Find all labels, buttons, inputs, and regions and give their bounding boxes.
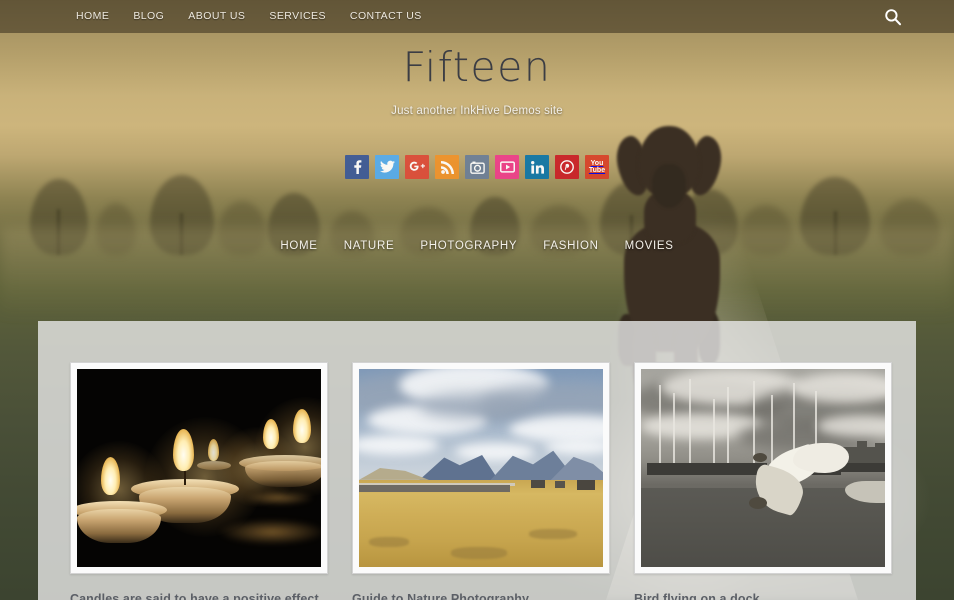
main-navigation: HOME NATURE PHOTOGRAPHY FASHION MOVIES: [0, 240, 954, 252]
social-icon-instagram[interactable]: [465, 155, 489, 179]
social-icon-linkedin[interactable]: [525, 155, 549, 179]
mainnav-item-home[interactable]: HOME: [267, 240, 330, 252]
post-grid: Candles are said to have a positive effe…: [70, 362, 892, 600]
social-icon-twitter[interactable]: [375, 155, 399, 179]
post-card[interactable]: Guide to Nature Photography: [352, 362, 610, 600]
social-icon-youtube[interactable]: You Tube: [585, 155, 609, 179]
social-icon-pinterest[interactable]: [555, 155, 579, 179]
mainnav-item-movies[interactable]: MOVIES: [612, 240, 687, 252]
post-thumbnail-frame[interactable]: [352, 362, 610, 574]
seagull-harbour-photo: [641, 369, 885, 567]
post-card[interactable]: Candles are said to have a positive effe…: [70, 362, 328, 600]
site-tagline: Just another InkHive Demos site: [391, 105, 563, 118]
mainnav-item-photography[interactable]: PHOTOGRAPHY: [407, 240, 530, 252]
top-nav-links: HOME BLOG ABOUT US SERVICES CONTACT US: [64, 0, 434, 33]
site-branding: Fifteen Just another InkHive Demos site: [0, 43, 954, 118]
topnav-item-home[interactable]: HOME: [64, 0, 121, 33]
social-icon-vimeo[interactable]: [495, 155, 519, 179]
page-stage: HOME BLOG ABOUT US SERVICES CONTACT US F…: [0, 0, 954, 600]
social-icon-rss[interactable]: [435, 155, 459, 179]
post-thumbnail-frame[interactable]: [634, 362, 892, 574]
post-title[interactable]: Guide to Nature Photography: [352, 591, 610, 600]
post-title[interactable]: Bird flying on a dock: [634, 591, 892, 600]
topnav-item-blog[interactable]: BLOG: [121, 0, 176, 33]
post-title[interactable]: Candles are said to have a positive effe…: [70, 591, 328, 600]
landscape-photo: [359, 369, 603, 567]
post-card[interactable]: Bird flying on a dock: [634, 362, 892, 600]
candles-photo: [77, 369, 321, 567]
social-icon-youtube-label: You Tube: [588, 160, 606, 174]
topnav-item-about-us[interactable]: ABOUT US: [176, 0, 257, 33]
post-thumbnail-frame[interactable]: [70, 362, 328, 574]
top-navigation-bar: HOME BLOG ABOUT US SERVICES CONTACT US: [0, 0, 954, 33]
search-icon[interactable]: [884, 8, 902, 26]
social-icon-googleplus[interactable]: [405, 155, 429, 179]
topnav-item-contact-us[interactable]: CONTACT US: [338, 0, 434, 33]
page-title: Fifteen: [402, 43, 552, 91]
content-panel: Candles are said to have a positive effe…: [38, 321, 916, 600]
mainnav-item-nature[interactable]: NATURE: [331, 240, 408, 252]
mainnav-item-fashion[interactable]: FASHION: [530, 240, 611, 252]
social-links: You Tube: [0, 155, 954, 179]
social-icon-facebook[interactable]: [345, 155, 369, 179]
topnav-item-services[interactable]: SERVICES: [257, 0, 338, 33]
